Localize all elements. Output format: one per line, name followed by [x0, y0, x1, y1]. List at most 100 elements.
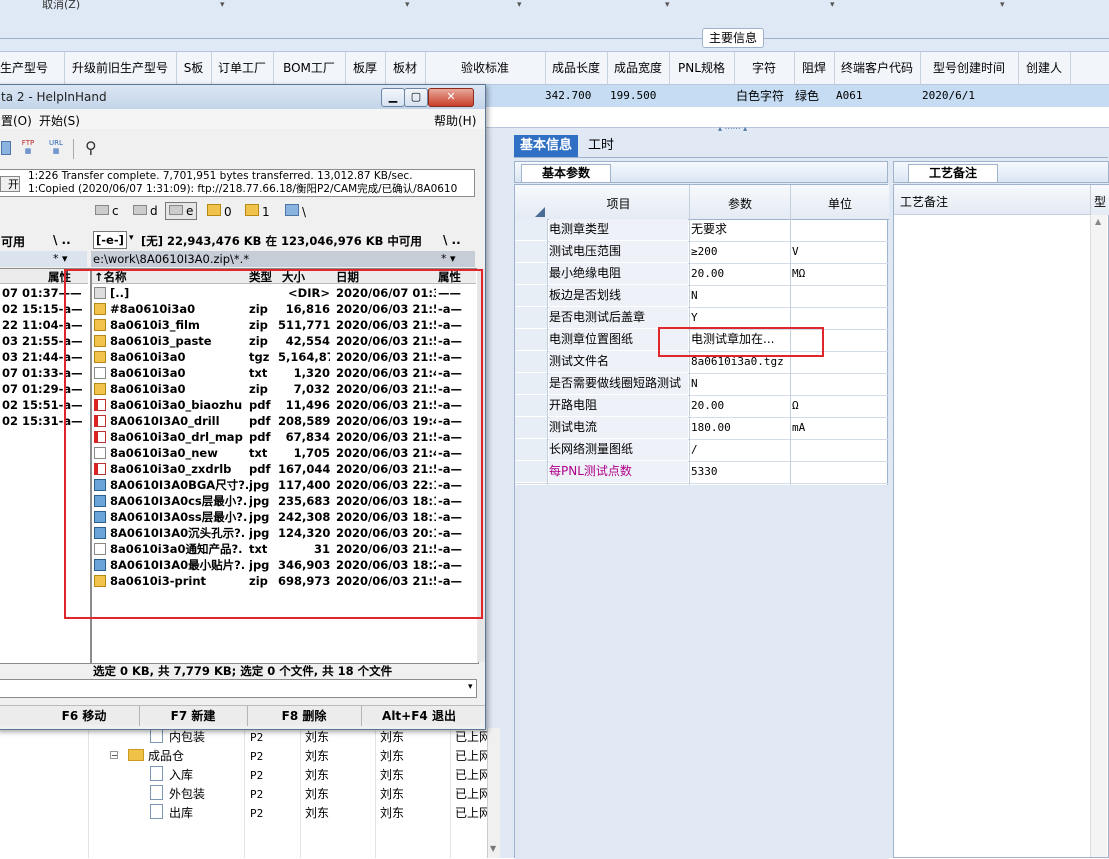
drive-0[interactable]: 0	[207, 204, 232, 219]
column-header[interactable]: 型号创建时间	[920, 52, 1019, 85]
column-header[interactable]: 订单工厂	[211, 52, 274, 85]
column-header[interactable]: PNL规格	[669, 52, 735, 85]
column-header-row: 生产型号 升级前旧生产型号 S板 订单工厂 BOM工厂 板厚 板材 验收标准 成…	[0, 52, 1109, 85]
grid-row[interactable]: 是否需要做线圈短路测试 N	[515, 373, 889, 396]
param-value[interactable]: 无要求	[691, 219, 789, 240]
right-filter[interactable]: * ▾	[441, 252, 456, 265]
grid-row[interactable]: 最小绝缘电阻 20.00 MΩ	[515, 263, 889, 286]
chevron-down-icon[interactable]: ▾	[1000, 0, 1020, 10]
grid-row[interactable]: 测试电流 180.00 mA	[515, 417, 889, 440]
binoculars-icon[interactable]: ⚲	[85, 138, 97, 157]
chevron-down-icon[interactable]: ▾	[665, 0, 685, 10]
toolbar-icon[interactable]	[1, 141, 11, 155]
minimize-icon[interactable]: ▁	[381, 88, 405, 107]
menu-help[interactable]: 帮助(H)	[434, 112, 476, 129]
tree-scrollbar[interactable]: ▼	[487, 728, 500, 858]
window-menubar: 置(O) 开始(S) 帮助(H)	[0, 109, 485, 129]
chevron-down-icon[interactable]: ▾	[220, 0, 240, 10]
drive-e[interactable]: e	[165, 202, 198, 220]
column-header[interactable]: 成品长度	[545, 52, 608, 85]
menu-start[interactable]: 开始(S)	[39, 112, 80, 129]
column-header[interactable]: S板	[176, 52, 212, 85]
left-path: * ▾	[0, 251, 87, 267]
tree-row[interactable]: 内包装 P2 刘东 刘东 已上网	[0, 728, 487, 747]
param-unit: Ω	[792, 399, 799, 412]
f7-new-button[interactable]: F7 新建	[139, 706, 248, 726]
column-header[interactable]: 生产型号	[0, 52, 65, 85]
tree-row[interactable]: 入库 P2 刘东 刘东 已上网	[0, 766, 487, 785]
param-unit	[792, 439, 888, 460]
left-filter[interactable]: * ▾	[53, 252, 68, 265]
splitter-handle[interactable]: ▴ ⋯⋯ ▴	[486, 124, 1109, 135]
current-path[interactable]: e:\work\8A0610I3A0.zip\*.*	[93, 252, 249, 266]
network-drive[interactable]: \	[285, 204, 306, 219]
tree-row[interactable]: 出库 P2 刘东 刘东 已上网	[0, 804, 487, 823]
menu-config[interactable]: 置(O)	[1, 112, 32, 129]
chevron-down-icon[interactable]: ▾	[405, 0, 425, 10]
param-value[interactable]: ≥200	[691, 241, 789, 262]
grid-row[interactable]: 板边是否划线 N	[515, 285, 889, 308]
f6-move-button[interactable]: F6 移动	[29, 706, 140, 726]
param-value[interactable]: N	[691, 285, 789, 306]
column-header[interactable]: 字符	[734, 52, 795, 85]
grid-row[interactable]: 每PNL测试点数 5330	[515, 461, 889, 484]
f8-delete-button[interactable]: F8 删除	[247, 706, 362, 726]
param-value[interactable]: /	[691, 439, 789, 460]
param-value[interactable]: Y	[691, 307, 789, 328]
left-nav-buttons[interactable]: \ ..	[53, 233, 71, 247]
window-titlebar[interactable]: ta 2 - HelpInHand ▁ ▢ ✕	[0, 85, 485, 109]
tree-cell: 已上网	[455, 749, 487, 763]
grid-row[interactable]: 测试电压范围 ≥200 V	[515, 241, 889, 264]
ftp-icon[interactable]: FTP ▦	[19, 139, 37, 157]
alt-f4-exit-button[interactable]: Alt+F4 退出	[361, 706, 477, 726]
disconnect-button[interactable]: 开	[0, 176, 20, 192]
folder-icon	[128, 749, 144, 761]
column-header[interactable]: BOM工厂	[273, 52, 346, 85]
chevron-down-icon[interactable]: ▾	[129, 233, 134, 243]
craft-scrollbar[interactable]: ▲	[1090, 215, 1107, 857]
column-header[interactable]: 板材	[385, 52, 426, 85]
grid-row[interactable]: 开路电阻 20.00 Ω	[515, 395, 889, 418]
url-icon[interactable]: URL ▦	[47, 139, 65, 157]
right-nav-buttons[interactable]: \ ..	[443, 233, 461, 247]
scroll-down-icon[interactable]: ▼	[490, 844, 496, 853]
param-value[interactable]: 20.00	[691, 263, 789, 284]
column-header[interactable]: 升级前旧生产型号	[64, 52, 177, 85]
param-item: 测试电流	[549, 417, 688, 438]
drive-1[interactable]: 1	[245, 204, 270, 219]
chevron-down-icon[interactable]: ▾	[517, 0, 537, 10]
grid-row[interactable]: 长网络测量图纸 /	[515, 439, 889, 462]
header-param[interactable]: 参数	[690, 194, 790, 215]
tree-row[interactable]: 外包装 P2 刘东 刘东 已上网	[0, 785, 487, 804]
tab-basic-info[interactable]: 基本信息	[514, 135, 579, 157]
maximize-icon[interactable]: ▢	[404, 88, 428, 107]
column-header[interactable]: 阻焊	[794, 52, 835, 85]
subtab-craft[interactable]: 工艺备注	[908, 164, 998, 182]
corner-icon	[535, 207, 545, 217]
tab-hours[interactable]: 工时	[582, 135, 620, 157]
param-value[interactable]: 20.00	[691, 395, 789, 416]
param-value[interactable]: 5330	[691, 461, 789, 482]
param-value[interactable]: 180.00	[691, 417, 789, 438]
column-header[interactable]: 终端客户代码	[834, 52, 921, 85]
chevron-down-icon[interactable]: ▾	[468, 682, 473, 692]
header-unit[interactable]: 单位	[791, 194, 889, 215]
subtab-params[interactable]: 基本参数	[521, 164, 611, 182]
column-header[interactable]: 成品宽度	[607, 52, 670, 85]
drive-d[interactable]: d	[133, 204, 158, 218]
column-header[interactable]: 验收标准	[425, 52, 546, 85]
close-icon[interactable]: ✕	[428, 88, 474, 107]
grid-row[interactable]: 电测章类型 无要求	[515, 219, 889, 242]
tree-row[interactable]: − 成品仓 P2 刘东 刘东 已上网	[0, 747, 487, 766]
drive-c[interactable]: c	[95, 204, 119, 218]
param-value[interactable]: N	[691, 373, 789, 394]
header-item[interactable]: 项目	[548, 194, 689, 215]
cancel-button[interactable]: 取消(Z)	[42, 0, 80, 12]
collapse-icon[interactable]: −	[110, 751, 118, 760]
column-header[interactable]: 板厚	[345, 52, 386, 85]
command-line-input[interactable]: ▾	[0, 679, 477, 698]
chevron-down-icon[interactable]: ▾	[830, 0, 850, 10]
drive-select[interactable]: [-e-]	[93, 231, 127, 249]
scroll-up-icon[interactable]: ▲	[1095, 217, 1101, 226]
column-header[interactable]: 创建人	[1018, 52, 1071, 85]
